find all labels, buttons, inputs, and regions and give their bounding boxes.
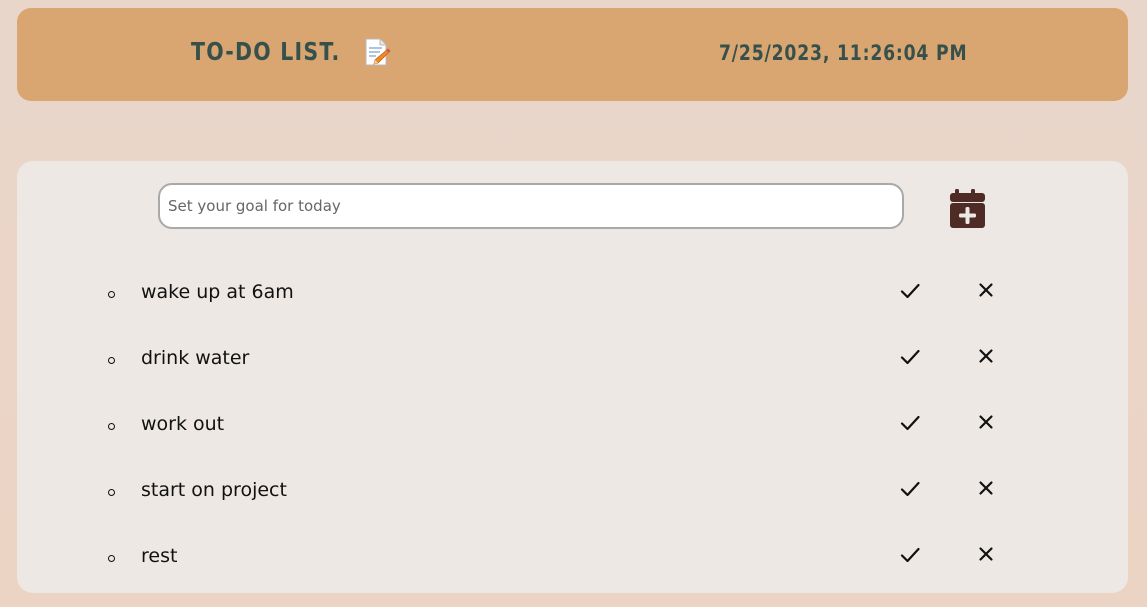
task-item: drink water xyxy=(17,327,1128,393)
bullet-icon xyxy=(108,357,115,364)
task-label: rest xyxy=(141,545,178,567)
close-icon xyxy=(978,415,994,434)
header-bar: TO-DO LIST. 7/25/2023, 11:26:04 PM xyxy=(17,8,1128,101)
todo-panel: wake up at 6am drink water work out start o… xyxy=(17,161,1128,593)
complete-task-button[interactable] xyxy=(900,545,920,565)
close-icon xyxy=(978,547,994,566)
check-icon xyxy=(900,349,920,371)
close-icon xyxy=(978,481,994,500)
delete-task-button[interactable] xyxy=(978,546,994,562)
app-title: TO-DO LIST. xyxy=(191,37,341,66)
bullet-icon xyxy=(108,489,115,496)
task-item: wake up at 6am xyxy=(17,261,1128,327)
add-task-button[interactable] xyxy=(949,187,987,231)
delete-task-button[interactable] xyxy=(978,414,994,430)
app-title-group: TO-DO LIST. xyxy=(191,37,391,66)
delete-task-button[interactable] xyxy=(978,282,994,298)
task-item: rest xyxy=(17,525,1128,591)
task-list: wake up at 6am drink water work out start o… xyxy=(17,261,1128,591)
delete-task-button[interactable] xyxy=(978,480,994,496)
close-icon xyxy=(978,283,994,302)
bullet-icon xyxy=(108,291,115,298)
bullet-icon xyxy=(108,555,115,562)
check-icon xyxy=(900,283,920,305)
check-icon xyxy=(900,547,920,569)
task-item: work out xyxy=(17,393,1128,459)
current-datetime: 7/25/2023, 11:26:04 PM xyxy=(719,41,968,65)
close-icon xyxy=(978,349,994,368)
task-label: wake up at 6am xyxy=(141,281,294,303)
complete-task-button[interactable] xyxy=(900,347,920,367)
complete-task-button[interactable] xyxy=(900,413,920,433)
memo-icon xyxy=(363,38,391,66)
complete-task-button[interactable] xyxy=(900,479,920,499)
task-label: start on project xyxy=(141,479,287,501)
task-item: start on project xyxy=(17,459,1128,525)
bullet-icon xyxy=(108,423,115,430)
goal-input[interactable] xyxy=(158,183,904,229)
task-label: drink water xyxy=(141,347,250,369)
check-icon xyxy=(900,415,920,437)
task-label: work out xyxy=(141,413,225,435)
check-icon xyxy=(900,481,920,503)
delete-task-button[interactable] xyxy=(978,348,994,364)
complete-task-button[interactable] xyxy=(900,281,920,301)
calendar-plus-icon xyxy=(949,189,987,235)
